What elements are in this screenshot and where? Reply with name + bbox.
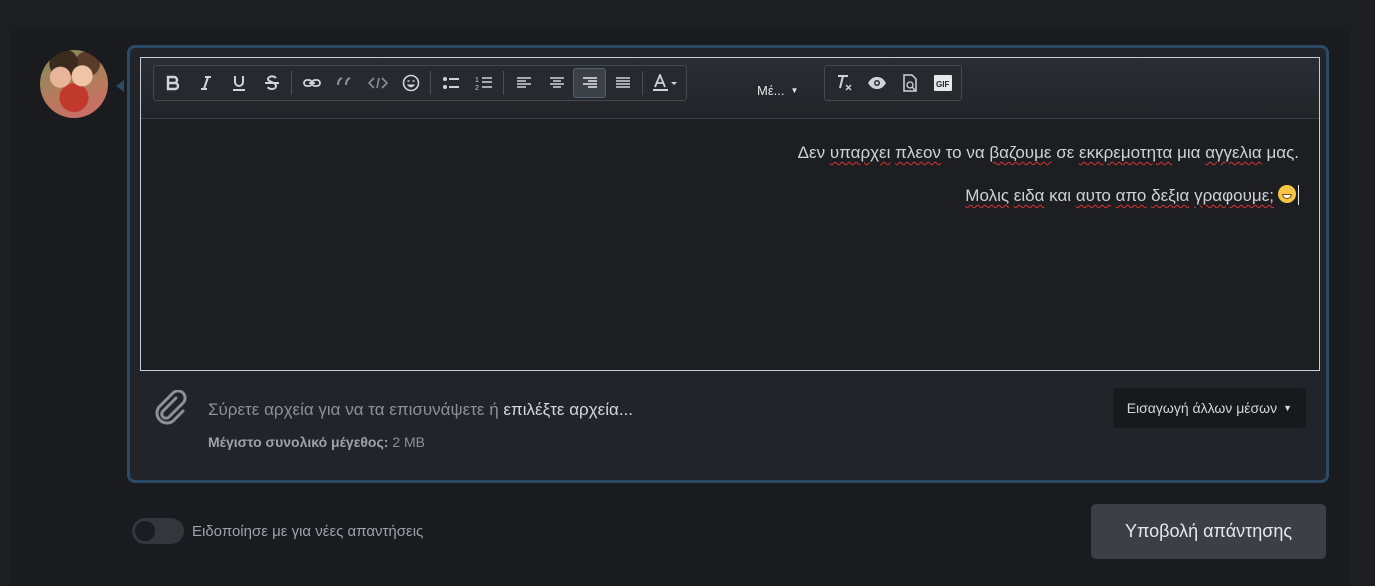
align-center-icon[interactable]	[540, 68, 573, 98]
text-cursor	[1298, 185, 1299, 205]
numbered-list-icon[interactable]: 12	[467, 68, 500, 98]
misspelled-word: αυτο	[1075, 186, 1111, 205]
insert-media-label: Εισαγωγή άλλων μέσων	[1126, 400, 1278, 416]
reply-editor: 12 Μέ... ▼ GIF Δεν υπαρχει πλεον το να β…	[127, 45, 1329, 483]
bold-icon[interactable]	[156, 68, 189, 98]
misspelled-word: εκκρεμοτητα	[1079, 143, 1173, 162]
svg-text:GIF: GIF	[936, 80, 949, 89]
attachment-area: Σύρετε αρχεία για να τα επισυνάψετε ή επ…	[154, 388, 1306, 468]
strikethrough-icon[interactable]	[255, 68, 288, 98]
misspelled-word: πλεον	[895, 143, 941, 162]
content-line-2: Μολις ειδα και αυτο απο δεξια γραφουμε;	[141, 184, 1299, 208]
toolbar-separator	[430, 71, 431, 95]
misspelled-word: Μολις	[965, 186, 1010, 205]
word: μας.	[1266, 143, 1299, 162]
word: μια	[1177, 143, 1201, 162]
toolbar-separator	[503, 71, 504, 95]
paperclip-icon	[154, 389, 188, 431]
text-color-icon[interactable]	[646, 68, 684, 98]
justify-icon[interactable]	[606, 68, 639, 98]
preview-icon[interactable]	[860, 68, 893, 98]
quote-icon[interactable]	[328, 68, 361, 98]
content-line-1: Δεν υπαρχει πλεον το να βαζουμε σε εκκρε…	[141, 141, 1299, 165]
editor-toolbar: 12 Μέ... ▼ GIF	[141, 58, 1319, 119]
word: Δεν	[797, 143, 826, 162]
laughing-emoji-icon	[1278, 185, 1296, 203]
gif-icon[interactable]: GIF	[926, 68, 959, 98]
user-avatar[interactable]	[40, 50, 108, 118]
attach-drop-text: Σύρετε αρχεία για να τα επισυνάψετε ή επ…	[208, 400, 633, 420]
submit-reply-button[interactable]: Υποβολή απάντησης	[1091, 504, 1326, 559]
align-right-icon[interactable]	[573, 68, 606, 98]
max-size-info: Μέγιστο συνολικό μέγεθος: 2 MB	[208, 434, 425, 450]
rich-text-editor: 12 Μέ... ▼ GIF Δεν υπαρχει πλεον το να β…	[140, 57, 1320, 371]
word: το	[945, 143, 962, 162]
word: και	[1049, 186, 1072, 205]
drafts-icon[interactable]	[893, 68, 926, 98]
chevron-down-icon: ▼	[1283, 403, 1292, 413]
toolbar-format-group: 12	[153, 65, 687, 101]
choose-files-link[interactable]: επιλέξτε αρχεία...	[503, 400, 633, 419]
underline-icon[interactable]	[222, 68, 255, 98]
avatar-pointer	[116, 80, 124, 92]
toggle-knob	[135, 521, 155, 541]
toolbar-tools-group: GIF	[824, 65, 962, 101]
editor-content[interactable]: Δεν υπαρχει πλεον το να βαζουμε σε εκκρε…	[141, 119, 1319, 208]
notify-toggle-row: Ειδοποίησε με για νέες απαντήσεις	[132, 518, 423, 544]
smiley-icon[interactable]	[394, 68, 427, 98]
misspelled-word: βαζουμε	[989, 143, 1052, 162]
svg-text:2: 2	[475, 85, 479, 91]
chevron-down-icon: ▼	[790, 86, 799, 95]
misspelled-word: αγγελια	[1205, 143, 1262, 162]
bullet-list-icon[interactable]	[434, 68, 467, 98]
misspelled-word: υπαρχει	[829, 143, 891, 162]
toolbar-separator	[642, 71, 643, 95]
drag-drop-label: Σύρετε αρχεία για να τα επισυνάψετε ή	[208, 400, 499, 419]
insert-other-media-button[interactable]: Εισαγωγή άλλων μέσων ▼	[1112, 388, 1306, 428]
toolbar-separator	[291, 71, 292, 95]
align-left-icon[interactable]	[507, 68, 540, 98]
notify-toggle[interactable]	[132, 518, 184, 544]
italic-icon[interactable]	[189, 68, 222, 98]
media-dropdown[interactable]: Μέ... ▼	[757, 83, 798, 98]
remove-format-icon[interactable]	[827, 68, 860, 98]
media-dropdown-label: Μέ...	[757, 83, 785, 98]
word: να	[966, 143, 985, 162]
code-icon[interactable]	[361, 68, 394, 98]
svg-text:1: 1	[475, 77, 479, 84]
misspelled-word: δεξια	[1151, 186, 1190, 205]
notify-label: Ειδοποίησε με για νέες απαντήσεις	[192, 522, 424, 540]
max-size-value: 2 MB	[392, 434, 426, 450]
link-icon[interactable]	[295, 68, 328, 98]
misspelled-word: γραφουμε;	[1194, 186, 1274, 205]
misspelled-word: ειδα	[1013, 186, 1045, 205]
word: σε	[1056, 143, 1075, 162]
misspelled-word: απο	[1115, 186, 1147, 205]
max-size-label: Μέγιστο συνολικό μέγεθος:	[208, 434, 389, 450]
